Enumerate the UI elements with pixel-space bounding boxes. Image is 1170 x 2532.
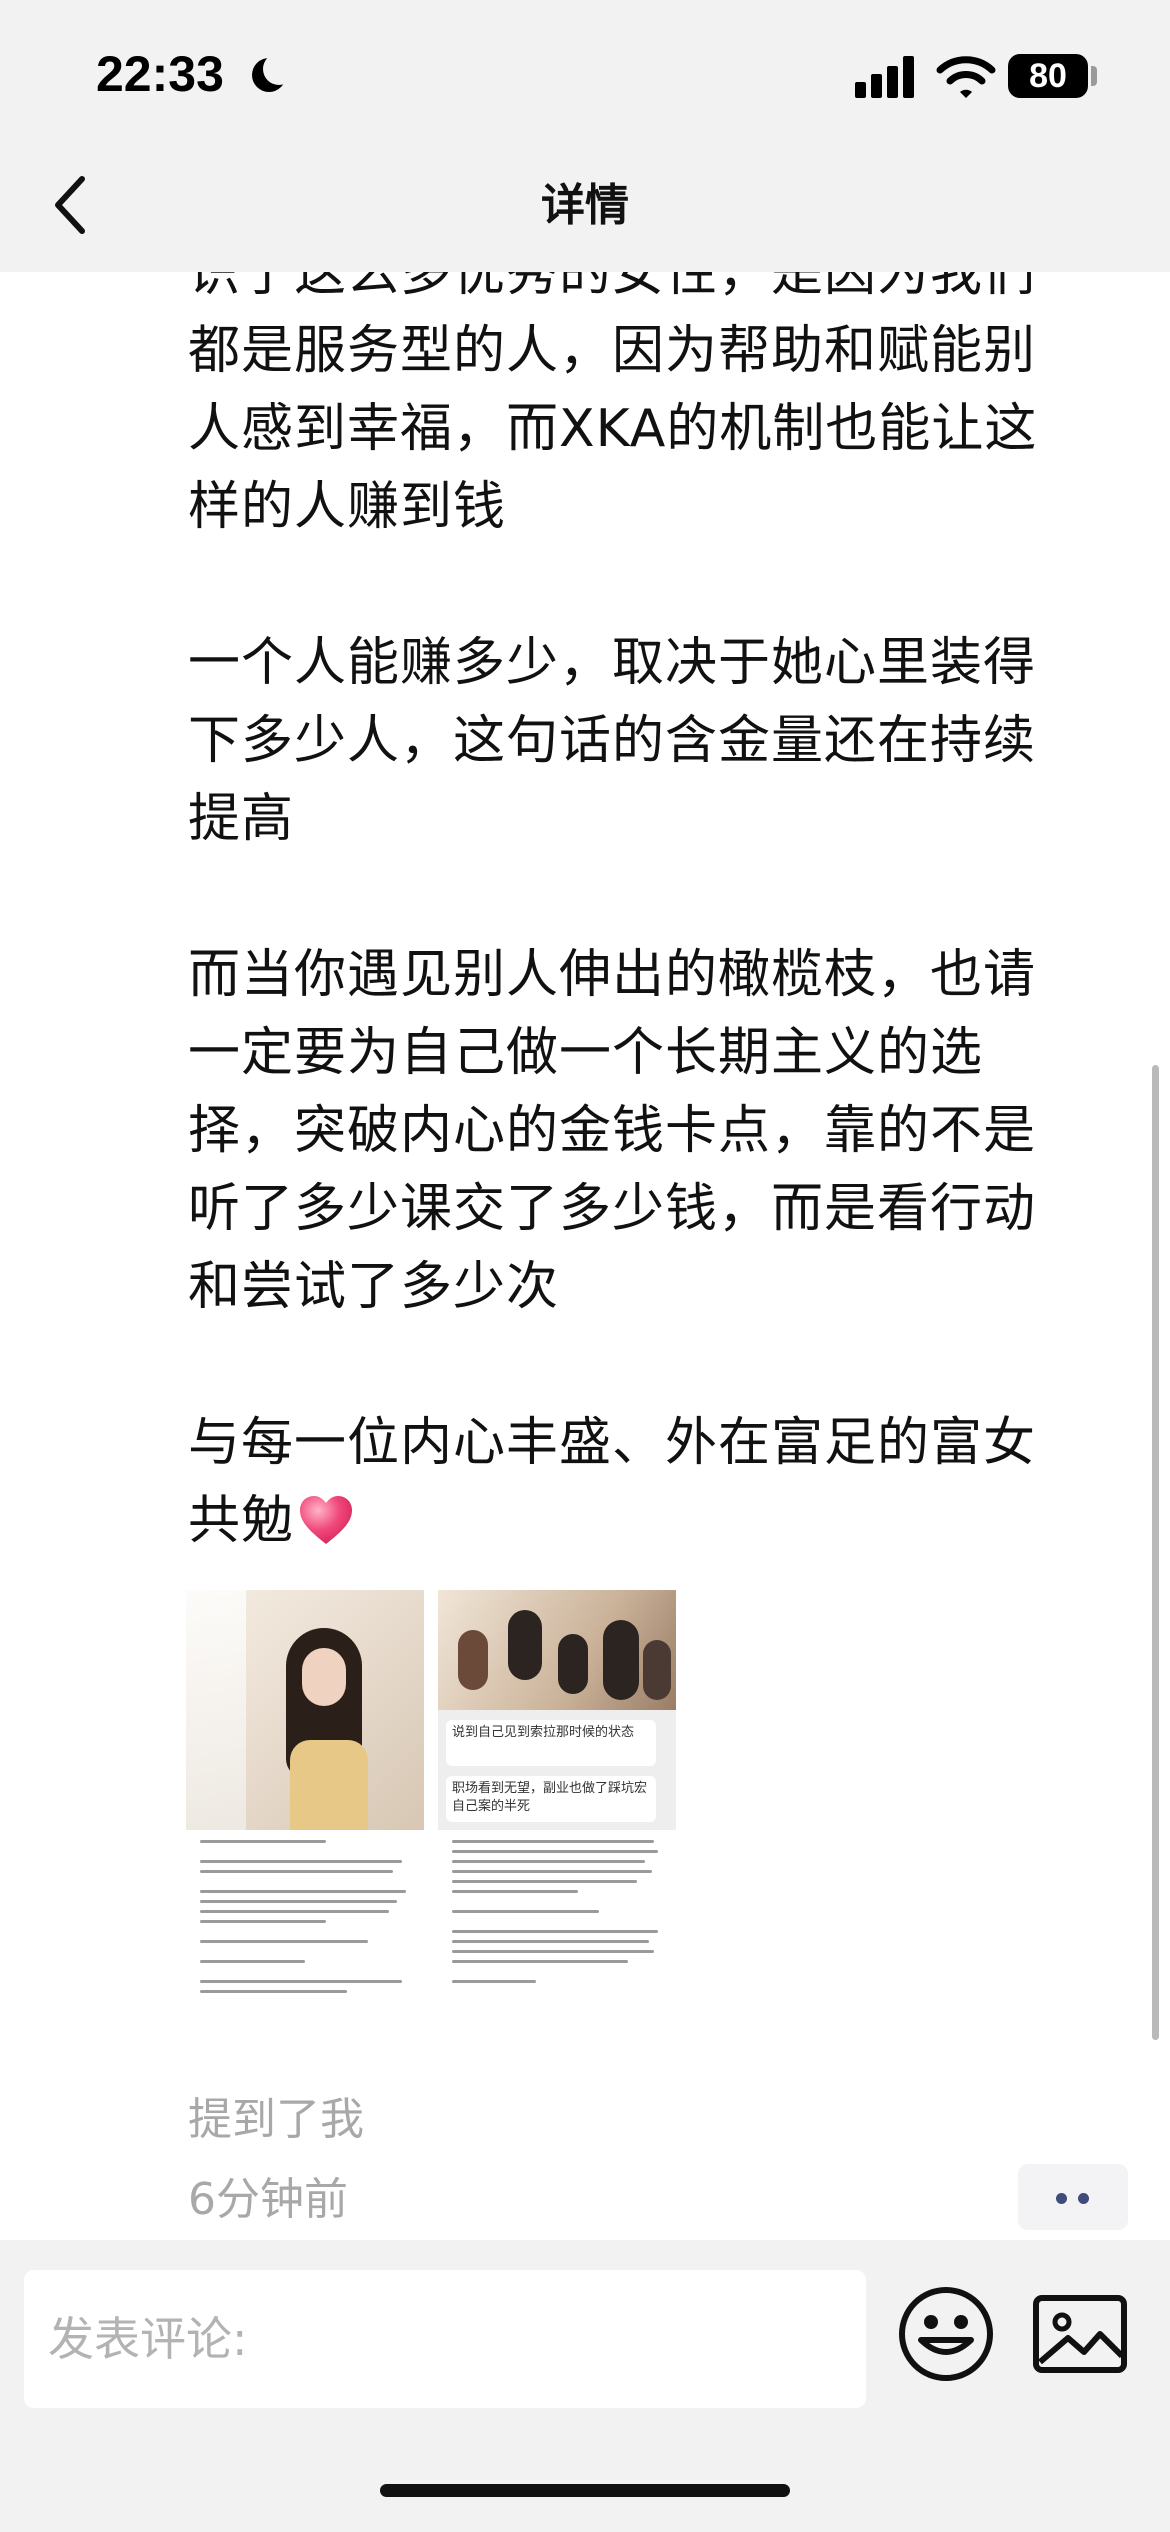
post-paragraph: 而当你遇见别人伸出的橄榄枝，也请 一定要为自己做一个长期主义的选 择，突破内心的… — [188, 945, 1037, 1317]
document-text-preview — [186, 1830, 424, 2080]
more-dot — [1078, 2193, 1089, 2204]
image-thumbnail-1[interactable] — [186, 1590, 424, 2080]
portrait-photo — [186, 1590, 424, 1830]
top-bar: 22:33 80 详情 — [0, 0, 1170, 272]
chat-preview: 说到自己见到索拉那时候的状态 职场看到无望，副业也做了踩坑宏自己案的半死 — [438, 1710, 676, 1830]
mention-label: 提到了我 — [188, 2094, 364, 2145]
more-dot — [1056, 2193, 1067, 2204]
scrollbar[interactable] — [1152, 1065, 1159, 2040]
battery-icon: 80 — [1008, 54, 1088, 98]
status-time: 22:33 — [96, 46, 224, 102]
home-indicator[interactable] — [380, 2484, 790, 2497]
post-paragraph: 一个人能赚多少，取决于她心里装得 下多少人，这句话的含金量还在持续 提高 — [188, 633, 1037, 849]
group-photo — [438, 1590, 676, 1710]
heart-icon — [300, 1496, 353, 1544]
post-paragraph: 识了这么多优秀的女性，是因为我们 都是服务型的人，因为帮助和赋能别 人感到幸福，… — [188, 272, 1038, 537]
comment-input[interactable]: 发表评论: — [24, 2270, 866, 2408]
image-icon[interactable] — [1032, 2290, 1128, 2378]
chat-bubble: 说到自己见到索拉那时候的状态 — [446, 1720, 656, 1766]
image-grid: 说到自己见到索拉那时候的状态 职场看到无望，副业也做了踩坑宏自己案的半死 — [186, 1590, 676, 2080]
image-thumbnail-2[interactable]: 说到自己见到索拉那时候的状态 职场看到无望，副业也做了踩坑宏自己案的半死 — [438, 1590, 676, 2080]
signal-icon — [855, 56, 915, 98]
battery-tip — [1091, 66, 1097, 86]
more-options-button[interactable] — [1018, 2164, 1128, 2230]
wifi-icon — [936, 56, 996, 98]
post-paragraph-last: 与每一位内心丰盛、外在富足的富女 共勉 — [188, 1404, 1148, 1560]
smiley-icon[interactable] — [896, 2284, 996, 2384]
chat-bubble: 职场看到无望，副业也做了踩坑宏自己案的半死 — [446, 1776, 656, 1822]
document-text-preview — [438, 1830, 676, 2080]
page-title: 详情 — [541, 180, 629, 231]
post-timestamp: 6分钟前 — [188, 2174, 348, 2225]
moon-icon — [252, 53, 295, 92]
